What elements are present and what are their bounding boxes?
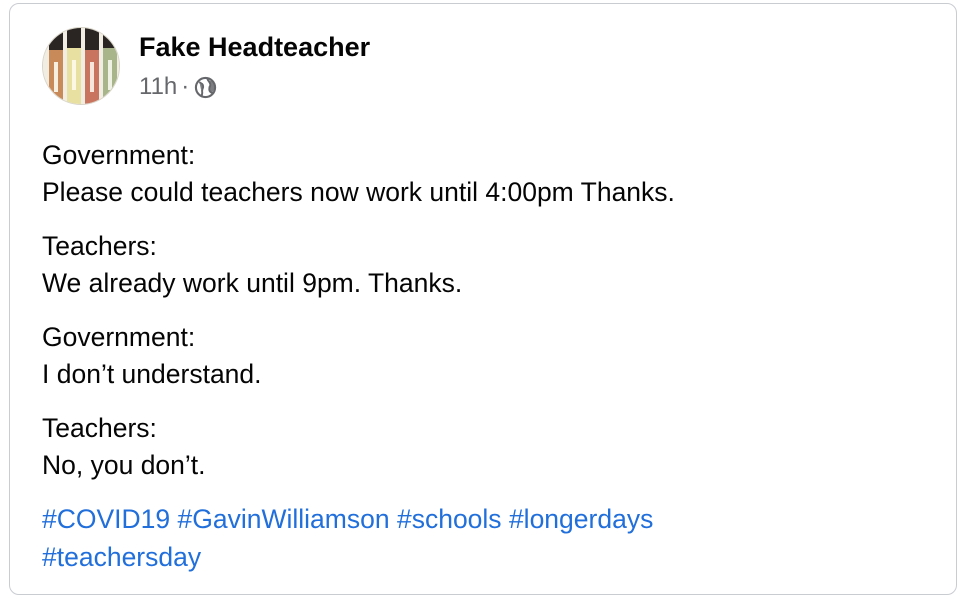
post-meta: 11h ·: [139, 73, 217, 101]
hashtag-link[interactable]: #GavinWilliamson: [178, 504, 390, 534]
paragraph-text: Please could teachers now work until 4:0…: [42, 177, 675, 207]
speaker-label: Government:: [42, 322, 196, 352]
timestamp[interactable]: 11h: [139, 73, 177, 101]
hashtag-link[interactable]: #longerdays: [509, 504, 653, 534]
post-paragraph: Teachers: We already work until 9pm. Tha…: [42, 228, 942, 302]
speaker-label: Government:: [42, 140, 196, 170]
hashtag-list: #COVID19 #GavinWilliamson #schools #long…: [42, 500, 902, 576]
post-card: Fake Headteacher 11h · Government: Pleas…: [9, 3, 957, 595]
post-paragraph: Government: I don’t understand.: [42, 319, 942, 393]
avatar[interactable]: [42, 27, 120, 105]
paragraph-text: I don’t understand.: [42, 359, 262, 389]
hashtag-link[interactable]: #COVID19: [42, 504, 170, 534]
hashtag-link[interactable]: #teachersday: [42, 542, 201, 572]
speaker-label: Teachers:: [42, 231, 157, 261]
hashtag-link[interactable]: #schools: [397, 504, 502, 534]
paragraph-text: No, you don’t.: [42, 450, 206, 480]
post-paragraph: Teachers: No, you don’t.: [42, 410, 942, 484]
post-paragraph: Government: Please could teachers now wo…: [42, 137, 942, 211]
highlighter-pens-icon: [43, 28, 119, 104]
post-text: Government: Please could teachers now wo…: [42, 137, 942, 501]
globe-icon[interactable]: [194, 76, 217, 99]
meta-separator: ·: [181, 73, 190, 100]
paragraph-text: We already work until 9pm. Thanks.: [42, 268, 463, 298]
speaker-label: Teachers:: [42, 413, 157, 443]
author-name[interactable]: Fake Headteacher: [139, 32, 370, 63]
